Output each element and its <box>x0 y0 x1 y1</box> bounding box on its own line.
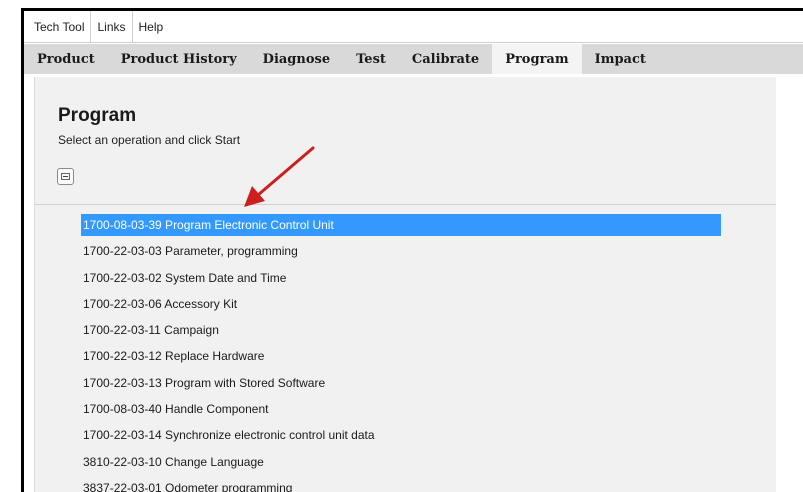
tab-product-history[interactable]: Product History <box>108 44 250 74</box>
menu-links[interactable]: Links <box>91 11 133 42</box>
collapse-button[interactable] <box>57 168 74 185</box>
operation-item[interactable]: 1700-22-03-13 Program with Stored Softwa… <box>81 372 721 394</box>
operation-item[interactable]: 1700-22-03-06 Accessory Kit <box>81 293 721 315</box>
operation-item[interactable]: 3810-22-03-10 Change Language <box>81 451 721 473</box>
operation-item[interactable]: 3837-22-03-01 Odometer programming <box>81 477 721 492</box>
tab-impact[interactable]: Impact <box>582 44 659 74</box>
tab-program[interactable]: Program <box>492 44 582 74</box>
menu-bar: Tech Tool Links Help <box>24 11 803 43</box>
operation-item[interactable]: 1700-22-03-02 System Date and Time <box>81 267 721 289</box>
page-title: Program <box>58 105 137 126</box>
operation-item[interactable]: 1700-22-03-11 Campaign <box>81 319 721 341</box>
tab-diagnose[interactable]: Diagnose <box>250 44 343 74</box>
collapse-icon <box>61 173 70 180</box>
tab-test[interactable]: Test <box>343 44 399 74</box>
operation-item[interactable]: 1700-08-03-40 Handle Component <box>81 398 721 420</box>
program-panel: Program Select an operation and click St… <box>34 77 776 492</box>
panel-header: Program Select an operation and click St… <box>35 77 776 205</box>
operation-item[interactable]: 1700-08-03-39 Program Electronic Control… <box>81 214 721 236</box>
operation-item[interactable]: 1700-22-03-12 Replace Hardware <box>81 345 721 367</box>
page-subtitle: Select an operation and click Start <box>58 133 241 147</box>
tab-calibrate[interactable]: Calibrate <box>399 44 492 74</box>
menu-help[interactable]: Help <box>133 11 170 42</box>
operation-list: 1700-08-03-39 Program Electronic Control… <box>35 214 776 492</box>
app-window: Tech Tool Links Help Product Product His… <box>21 8 803 492</box>
tab-product[interactable]: Product <box>24 44 108 74</box>
operation-item[interactable]: 1700-22-03-14 Synchronize electronic con… <box>81 424 721 446</box>
right-margin <box>776 77 803 492</box>
operation-item[interactable]: 1700-22-03-03 Parameter, programming <box>81 240 721 262</box>
tab-bar: Product Product History Diagnose Test Ca… <box>24 44 803 74</box>
menu-tech-tool[interactable]: Tech Tool <box>28 11 92 42</box>
